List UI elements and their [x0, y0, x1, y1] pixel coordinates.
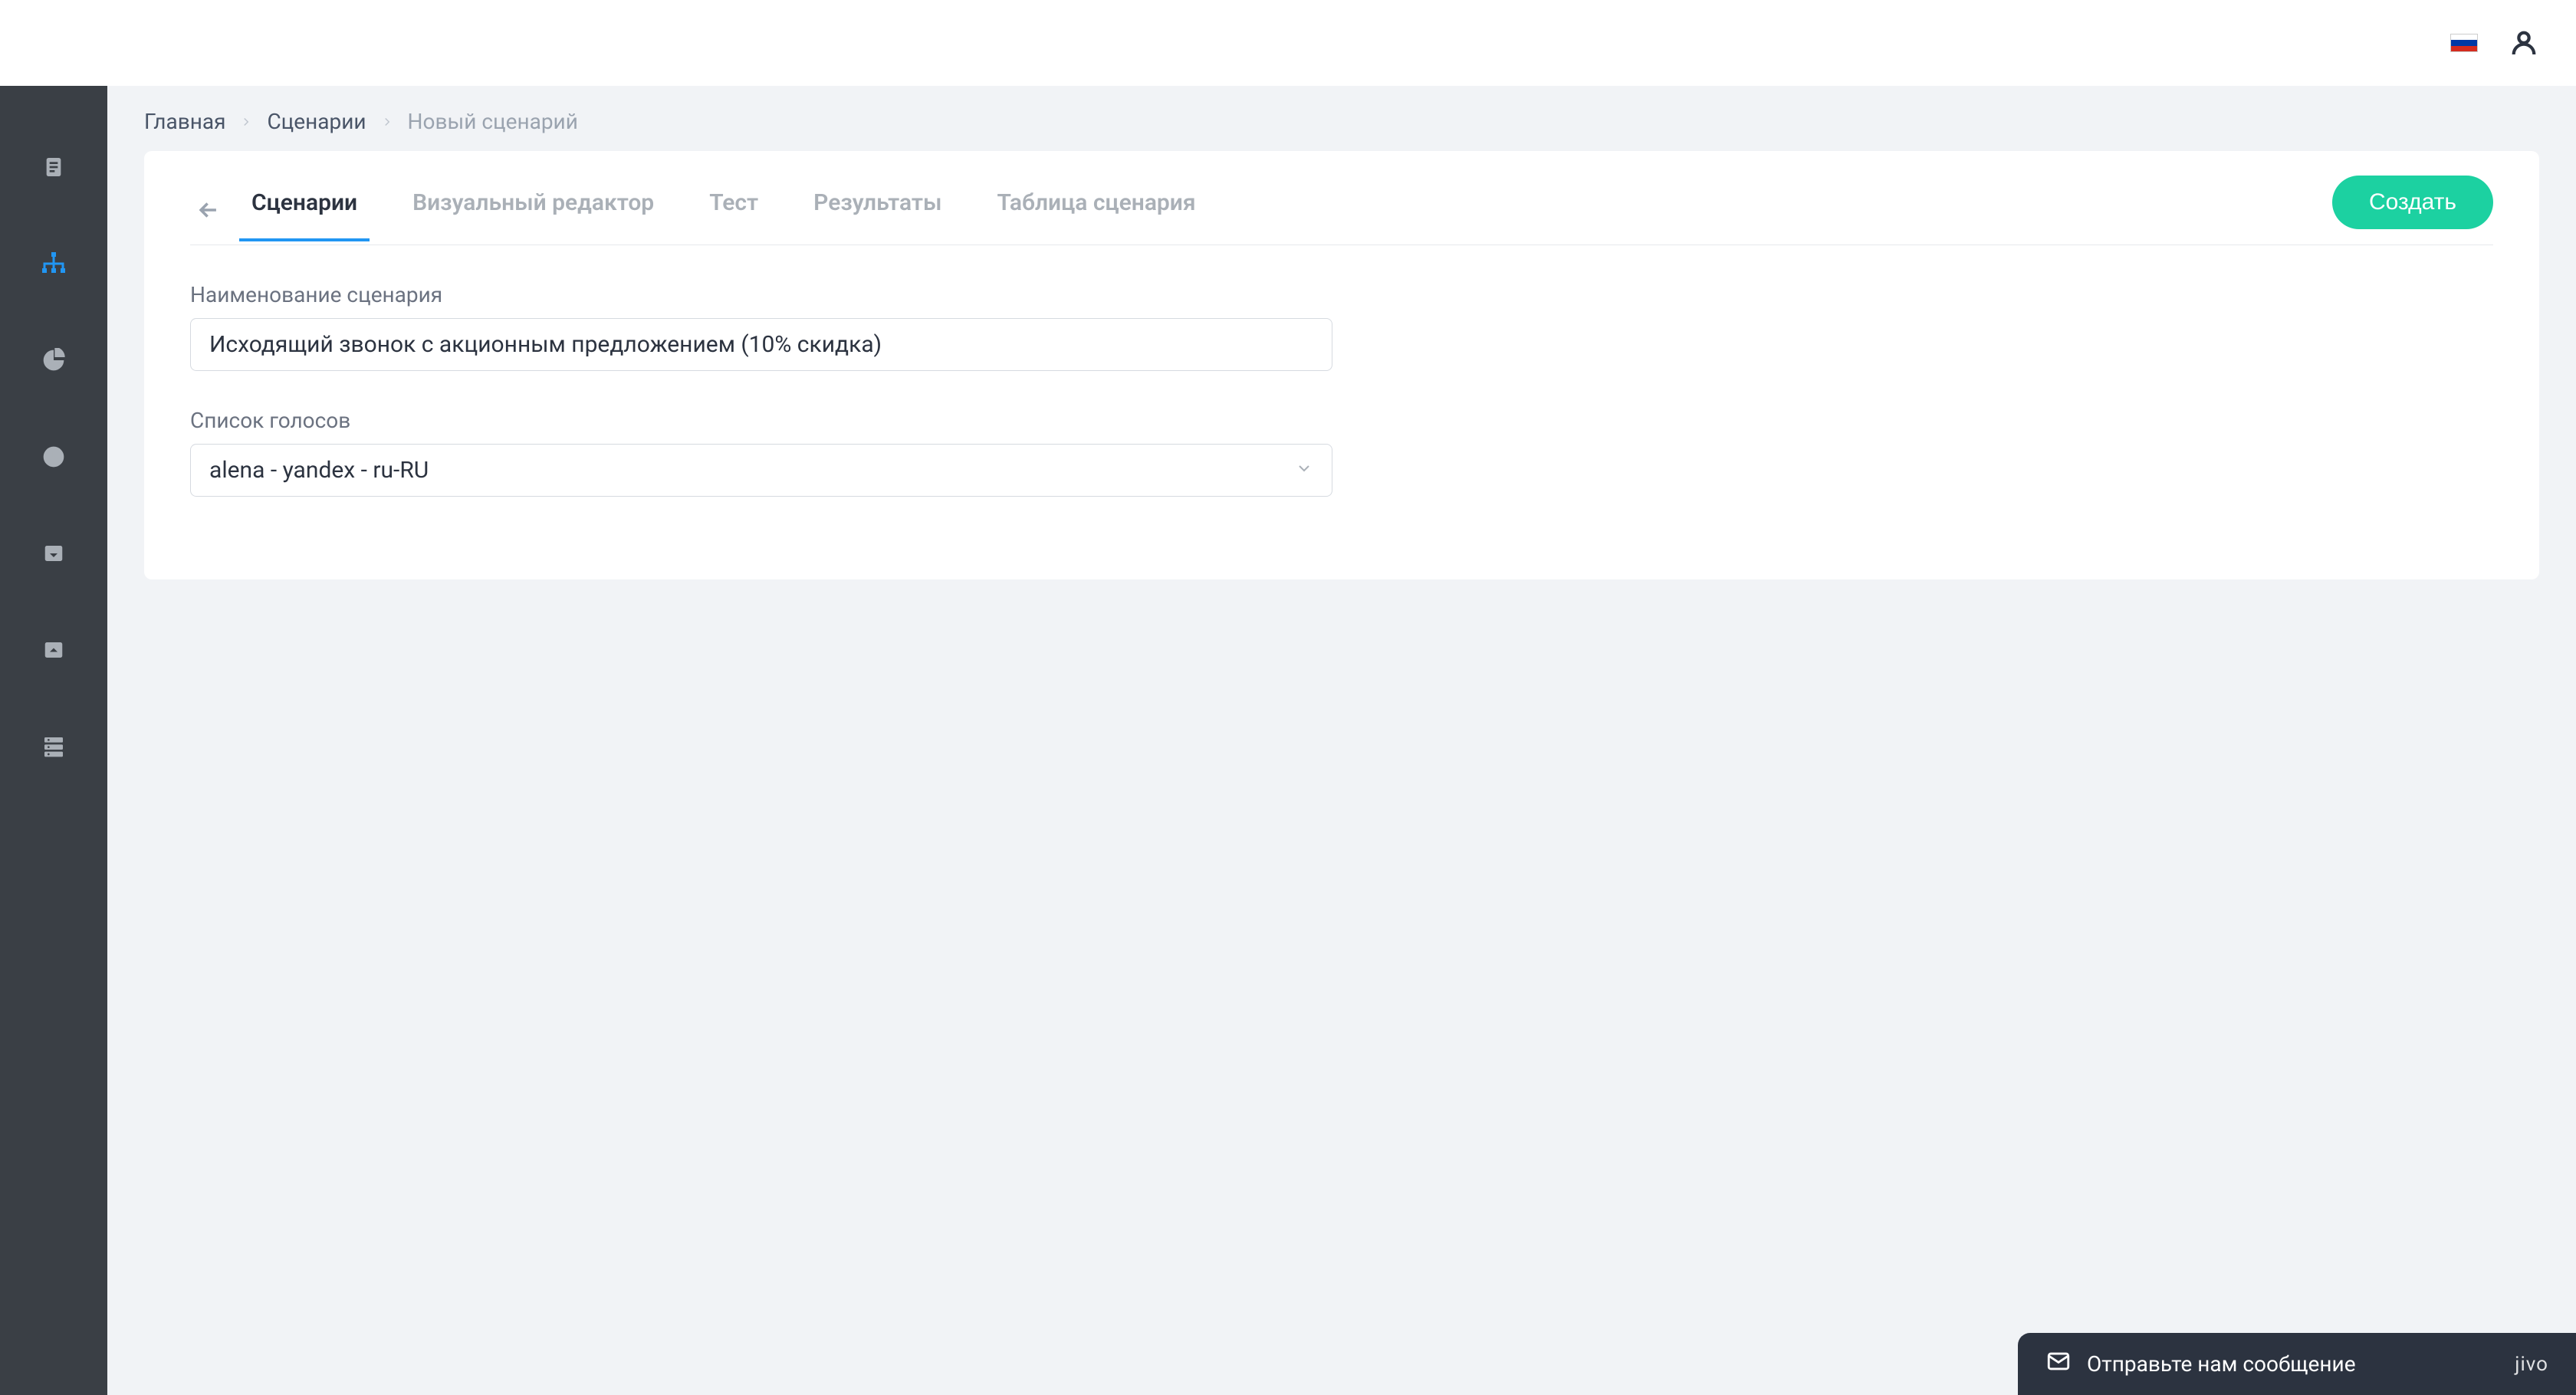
sidebar-item-inbox[interactable]: [40, 540, 67, 567]
form: Наименование сценария Список голосов ale…: [190, 245, 2493, 497]
chat-brand: jivo: [2515, 1353, 2548, 1376]
voices-label: Список голосов: [190, 408, 2493, 433]
account-icon[interactable]: [2509, 28, 2539, 58]
sidebar-item-stats[interactable]: [40, 346, 67, 374]
main-content: Главная Сценарии Новый сценарий Сценарии…: [107, 0, 2576, 1395]
topbar: [0, 0, 2576, 86]
sidebar-item-docs[interactable]: [40, 153, 67, 181]
tab-scenario-table[interactable]: Таблица сценария: [991, 180, 1201, 241]
language-flag-ru[interactable]: [2450, 34, 2478, 52]
create-button[interactable]: Создать: [2332, 176, 2493, 229]
mail-icon: [2045, 1348, 2072, 1380]
sidebar: [0, 0, 107, 1395]
field-scenario-name: Наименование сценария: [190, 282, 2493, 371]
sidebar-item-servers[interactable]: [40, 733, 67, 760]
breadcrumb: Главная Сценарии Новый сценарий: [107, 86, 2576, 151]
scenario-name-input[interactable]: [190, 318, 1332, 371]
chat-widget[interactable]: Отправьте нам сообщение jivo: [2018, 1333, 2576, 1395]
back-button[interactable]: [190, 192, 227, 228]
breadcrumb-home[interactable]: Главная: [144, 109, 225, 134]
tab-test[interactable]: Тест: [703, 180, 764, 241]
chevron-right-icon: [239, 109, 253, 134]
tab-visual-editor[interactable]: Визуальный редактор: [406, 180, 660, 241]
breadcrumb-current: Новый сценарий: [408, 109, 578, 134]
field-voices: Список голосов alena - yandex - ru-RU: [190, 408, 2493, 497]
voices-selected-value: alena - yandex - ru-RU: [209, 457, 429, 484]
tabs: Сценарии Визуальный редактор Тест Резуль…: [245, 180, 2332, 241]
chevron-right-icon: [380, 109, 394, 134]
name-label: Наименование сценария: [190, 282, 2493, 307]
content-card: Сценарии Визуальный редактор Тест Резуль…: [144, 151, 2539, 579]
card-header: Сценарии Визуальный редактор Тест Резуль…: [190, 151, 2493, 245]
chevron-down-icon: [1295, 457, 1313, 484]
voices-select[interactable]: alena - yandex - ru-RU: [190, 444, 1332, 497]
sidebar-item-outbox[interactable]: [40, 636, 67, 664]
sidebar-item-history[interactable]: [40, 443, 67, 471]
tab-results[interactable]: Результаты: [807, 180, 948, 241]
sidebar-item-scenarios[interactable]: [40, 250, 67, 277]
tab-scenarios[interactable]: Сценарии: [245, 180, 363, 241]
breadcrumb-scenarios[interactable]: Сценарии: [267, 109, 366, 134]
chat-text: Отправьте нам сообщение: [2087, 1351, 2356, 1377]
